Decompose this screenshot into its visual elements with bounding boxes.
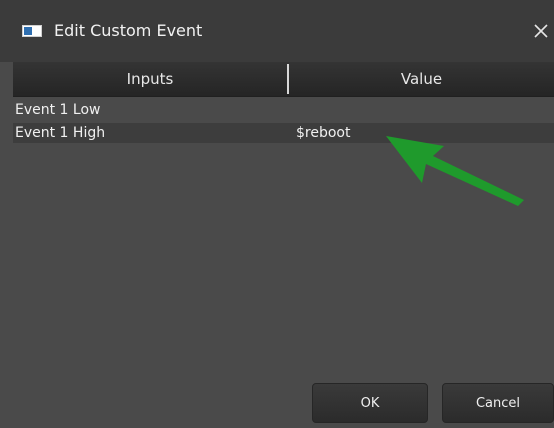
close-button[interactable] (530, 16, 554, 44)
title-bar: Edit Custom Event (0, 0, 554, 62)
table-header: Inputs Value (13, 62, 554, 97)
window-icon-panel (24, 27, 32, 35)
window-title: Edit Custom Event (54, 21, 203, 40)
green-arrow-icon (386, 136, 524, 206)
edit-custom-event-dialog: Edit Custom Event Inputs Value Event 1 L… (0, 0, 554, 428)
column-header-inputs[interactable]: Inputs (13, 62, 287, 96)
table-row[interactable]: Event 1 Low (13, 100, 554, 120)
close-icon (534, 24, 548, 38)
window-icon (22, 25, 42, 37)
ok-button[interactable]: OK (312, 383, 428, 423)
row-value-cell[interactable]: $reboot (296, 123, 350, 143)
row-input-cell: Event 1 High (15, 125, 106, 141)
cancel-button[interactable]: Cancel (442, 383, 554, 423)
row-input-cell: Event 1 Low (15, 102, 101, 118)
column-header-value[interactable]: Value (289, 62, 554, 96)
inputs-table: Inputs Value Event 1 Low Event 1 High $r… (13, 62, 554, 362)
